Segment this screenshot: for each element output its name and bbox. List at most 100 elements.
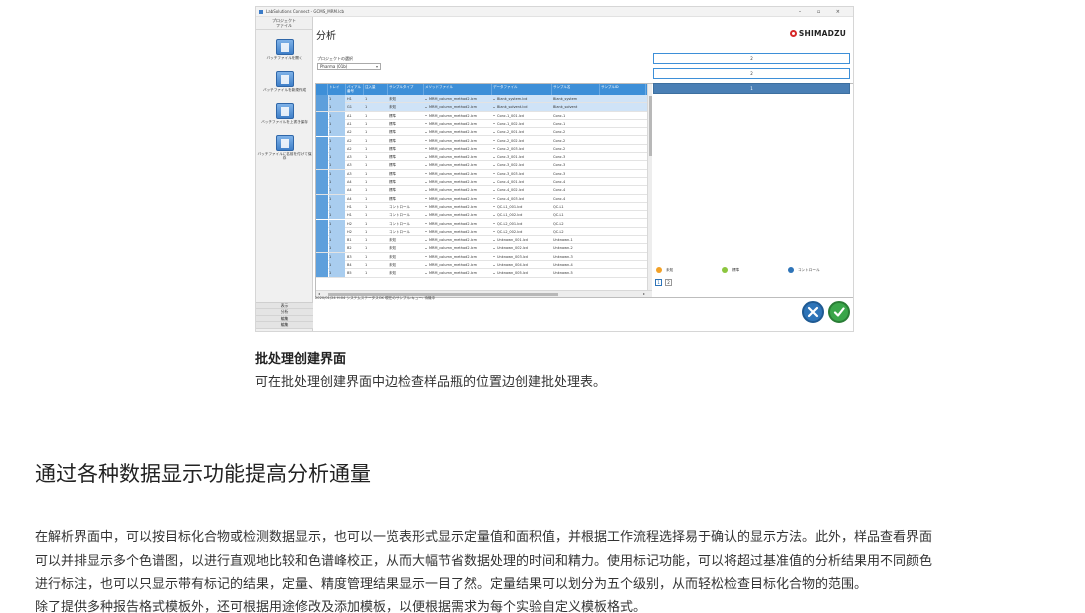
row-header[interactable] bbox=[316, 103, 328, 112]
table-cell-vial[interactable]: B1 bbox=[347, 236, 363, 244]
row-header[interactable] bbox=[316, 227, 328, 236]
row-header[interactable] bbox=[316, 119, 328, 128]
sidebar-item-save-batch[interactable]: バッチファイルを上書き保存 bbox=[256, 103, 313, 124]
input-box-2[interactable]: 2 bbox=[653, 68, 850, 79]
table-cell-vial[interactable]: A2 bbox=[347, 137, 363, 145]
table-cell-tray[interactable]: 1 bbox=[329, 219, 345, 228]
table-cell-vol[interactable]: 1 bbox=[365, 228, 387, 236]
table-cell-vol[interactable]: 1 bbox=[365, 236, 387, 244]
table-row[interactable]: 1 H2 1 コントロール MRM_column_method2.lcm QC-L2_00… bbox=[316, 227, 652, 237]
table-cell-tray[interactable]: 1 bbox=[329, 252, 345, 261]
sidebar-item-new-batch[interactable]: バッチファイルを新規作成 bbox=[256, 71, 313, 92]
table-row[interactable]: 1 A2 1 標準 MRM_column_method2.lcm Conc-2_003.l… bbox=[316, 144, 652, 154]
table-cell-type[interactable]: コントロール bbox=[389, 228, 423, 236]
table-cell-vol[interactable]: 1 bbox=[365, 137, 387, 145]
dropdown-icon[interactable] bbox=[493, 181, 495, 183]
sidebar-item-open-batch[interactable]: バッチファイルを開く bbox=[256, 39, 313, 60]
row-header[interactable] bbox=[316, 202, 328, 211]
table-cell-method[interactable]: MRM_column_method2.lcm bbox=[425, 103, 491, 111]
table-cell-tray[interactable]: 1 bbox=[329, 261, 345, 269]
table-cell-vial[interactable]: B5 bbox=[347, 269, 363, 277]
table-cell-vol[interactable]: 1 bbox=[365, 203, 387, 211]
table-cell-method[interactable]: MRM_column_method2.lcm bbox=[425, 112, 491, 120]
table-cell-tray[interactable]: 1 bbox=[329, 161, 345, 170]
window-controls[interactable]: – ▫ × bbox=[799, 7, 847, 17]
table-cell-name[interactable]: Blank_solvent bbox=[553, 103, 599, 111]
table-row[interactable]: 1 B3 1 未知 MRM_column_method2.lcm Unknown_003.… bbox=[316, 252, 652, 261]
dropdown-icon[interactable] bbox=[425, 98, 427, 100]
table-cell-vol[interactable]: 1 bbox=[365, 153, 387, 161]
table-cell-name[interactable]: Unknown-1 bbox=[553, 236, 599, 244]
dropdown-icon[interactable] bbox=[425, 239, 427, 241]
table-row[interactable]: 1 A1 1 標準 MRM_column_method2.lcm Conc-1_002.l… bbox=[316, 119, 652, 129]
table-cell-data[interactable]: Conc-2_001.lcd bbox=[493, 128, 551, 136]
table-cell-data[interactable]: Blank_solvent.lcd bbox=[493, 103, 551, 111]
table-cell-vial[interactable]: G1 bbox=[347, 103, 363, 111]
table-cell-name[interactable]: Conc-2 bbox=[553, 128, 599, 136]
table-cell-data[interactable]: Unknown_002.lcd bbox=[493, 244, 551, 252]
row-header[interactable] bbox=[316, 178, 328, 186]
table-cell-data[interactable]: Unknown_004.lcd bbox=[493, 261, 551, 269]
table-cell-vial[interactable]: A4 bbox=[347, 186, 363, 194]
table-cell-name[interactable]: Conc-3 bbox=[553, 153, 599, 161]
dropdown-icon[interactable] bbox=[425, 214, 427, 216]
table-cell-method[interactable]: MRM_column_method2.lcm bbox=[425, 195, 491, 203]
table-row[interactable]: 1 A3 1 標準 MRM_column_method2.lcm Conc-3_002.l… bbox=[316, 161, 652, 170]
table-cell-type[interactable]: 標準 bbox=[389, 137, 423, 145]
dropdown-icon[interactable] bbox=[493, 214, 495, 216]
table-cell-data[interactable]: QC-L2_002.lcd bbox=[493, 228, 551, 236]
dropdown-icon[interactable] bbox=[425, 181, 427, 183]
rack-page-2[interactable]: 2 bbox=[665, 279, 672, 286]
table-cell-vol[interactable]: 1 bbox=[365, 253, 387, 261]
table-cell-data[interactable]: Conc-4_002.lcd bbox=[493, 186, 551, 194]
column-header[interactable]: 注入量 bbox=[364, 84, 388, 95]
table-cell-vial[interactable]: A1 bbox=[347, 120, 363, 128]
table-cell-tray[interactable]: 1 bbox=[329, 103, 345, 112]
dropdown-icon[interactable] bbox=[493, 115, 495, 117]
input-box-3[interactable]: 1 bbox=[653, 83, 850, 94]
table-cell-type[interactable]: 標準 bbox=[389, 186, 423, 194]
table-cell-tray[interactable]: 1 bbox=[329, 119, 345, 128]
table-row[interactable]: 1 A4 1 標準 MRM_column_method2.lcm Conc-4_002.l… bbox=[316, 186, 652, 195]
table-cell-method[interactable]: MRM_column_method2.lcm bbox=[425, 153, 491, 161]
table-cell-method[interactable]: MRM_column_method2.lcm bbox=[425, 120, 491, 128]
table-cell-method[interactable]: MRM_column_method2.lcm bbox=[425, 261, 491, 269]
table-cell-data[interactable]: QC-L2_001.lcd bbox=[493, 220, 551, 228]
dropdown-icon[interactable] bbox=[425, 256, 427, 258]
table-cell-vol[interactable]: 1 bbox=[365, 195, 387, 203]
table-cell-vol[interactable]: 1 bbox=[365, 161, 387, 169]
cancel-button[interactable] bbox=[802, 301, 824, 323]
column-header[interactable]: サンプル名 bbox=[552, 84, 600, 95]
dropdown-icon[interactable] bbox=[425, 189, 427, 191]
table-cell-vial[interactable]: A1 bbox=[347, 112, 363, 120]
table-row[interactable]: 1 A1 1 標準 MRM_column_method2.lcm Conc-1_001.l… bbox=[316, 111, 652, 120]
table-row[interactable]: 1 A3 1 標準 MRM_column_method2.lcm Conc-3_003.l… bbox=[316, 169, 652, 178]
scroll-right-icon[interactable]: ▸ bbox=[643, 291, 645, 297]
table-cell-method[interactable]: MRM_column_method2.lcm bbox=[425, 128, 491, 136]
table-cell-tray[interactable]: 1 bbox=[329, 136, 345, 145]
table-cell-type[interactable]: 未知 bbox=[389, 103, 423, 111]
table-cell-type[interactable]: 未知 bbox=[389, 269, 423, 277]
table-cell-vial[interactable]: H1 bbox=[347, 211, 363, 219]
table-cell-vial[interactable]: A2 bbox=[347, 128, 363, 136]
table-cell-tray[interactable]: 1 bbox=[329, 111, 345, 120]
table-cell-vial[interactable]: B2 bbox=[347, 244, 363, 252]
row-header[interactable] bbox=[316, 261, 328, 269]
row-header[interactable] bbox=[316, 161, 328, 170]
column-header[interactable]: データファイル bbox=[492, 84, 552, 95]
table-cell-method[interactable]: MRM_column_method2.lcm bbox=[425, 178, 491, 186]
table-cell-name[interactable]: QC-L2 bbox=[553, 220, 599, 228]
table-cell-type[interactable]: 標準 bbox=[389, 195, 423, 203]
sidebar-item-save-as-batch[interactable]: バッチファイルに名前を付けて保存 bbox=[256, 135, 313, 161]
table-cell-type[interactable]: 標準 bbox=[389, 170, 423, 178]
table-cell-vol[interactable]: 1 bbox=[365, 95, 387, 103]
table-cell-name[interactable]: Blank_system bbox=[553, 95, 599, 103]
row-header[interactable] bbox=[316, 252, 328, 261]
table-cell-data[interactable]: Conc-3_003.lcd bbox=[493, 170, 551, 178]
table-row[interactable]: 1 H1 1 未知 MRM_column_method2.lcm Blank_system… bbox=[316, 95, 652, 104]
table-cell-tray[interactable]: 1 bbox=[329, 169, 345, 178]
table-cell-type[interactable]: コントロール bbox=[389, 211, 423, 219]
scroll-thumb[interactable] bbox=[649, 96, 652, 156]
dropdown-icon[interactable] bbox=[425, 164, 427, 166]
table-cell-data[interactable]: Conc-1_002.lcd bbox=[493, 120, 551, 128]
